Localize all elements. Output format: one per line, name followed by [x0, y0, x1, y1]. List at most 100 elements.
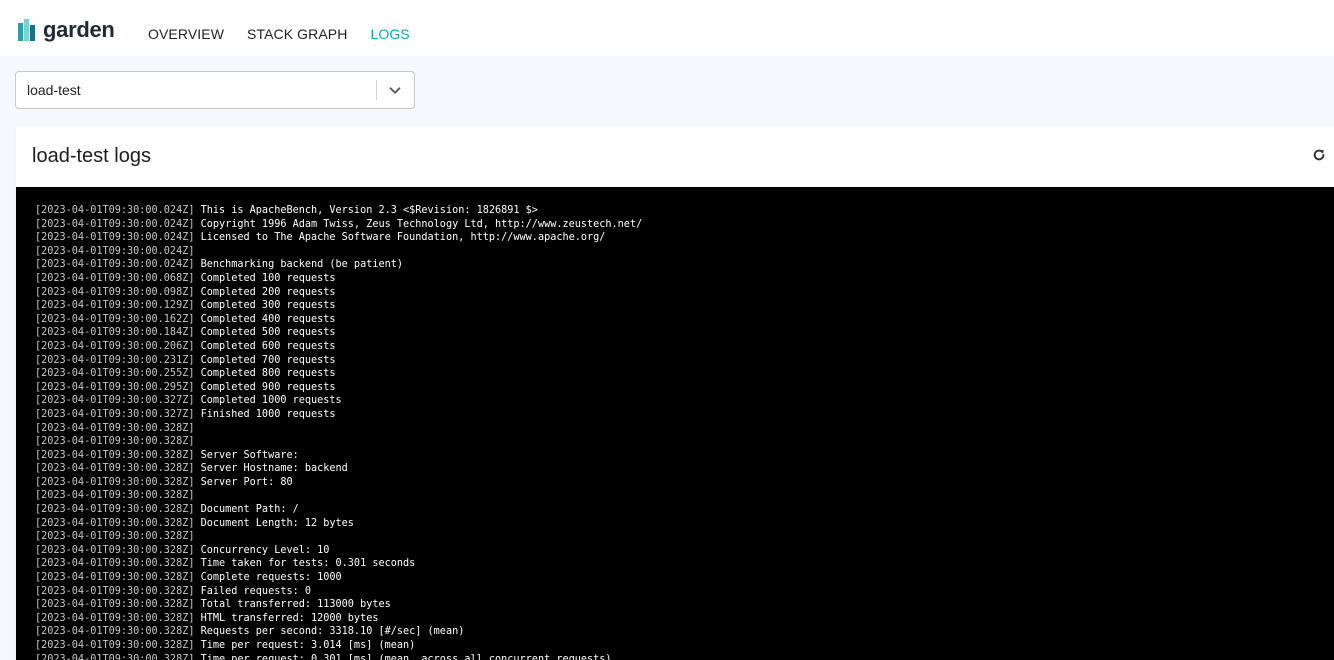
log-lines: [2023-04-01T09:30:00.024Z] This is Apach… — [35, 204, 642, 660]
log-message: Total transferred: 113000 bytes — [194, 599, 391, 611]
select-divider — [376, 80, 377, 100]
log-timestamp: [2023-04-01T09:30:00.328Z] — [35, 531, 195, 543]
log-message: Completed 500 requests — [194, 327, 336, 339]
log-timestamp: [2023-04-01T09:30:00.024Z] — [35, 232, 195, 244]
log-message: Time taken for tests: 0.301 seconds — [194, 558, 416, 570]
log-line: [2023-04-01T09:30:00.206Z] Completed 600… — [35, 340, 642, 354]
log-line: [2023-04-01T09:30:00.328Z] — [35, 530, 642, 544]
log-message: Licensed to The Apache Software Foundati… — [194, 232, 606, 244]
log-timestamp: [2023-04-01T09:30:00.024Z] — [35, 259, 195, 271]
log-timestamp: [2023-04-01T09:30:00.255Z] — [35, 368, 195, 380]
log-message: Completed 1000 requests — [194, 395, 342, 407]
main-nav: OVERVIEW STACK GRAPH LOGS — [148, 26, 410, 42]
log-message: Completed 600 requests — [194, 340, 336, 352]
log-timestamp: [2023-04-01T09:30:00.129Z] — [35, 300, 195, 312]
log-timestamp: [2023-04-01T09:30:00.328Z] — [35, 490, 195, 502]
log-timestamp: [2023-04-01T09:30:00.328Z] — [35, 449, 195, 461]
log-timestamp: [2023-04-01T09:30:00.328Z] — [35, 558, 195, 570]
log-line: [2023-04-01T09:30:00.024Z] Licensed to T… — [35, 231, 642, 245]
log-line: [2023-04-01T09:30:00.068Z] Completed 100… — [35, 272, 642, 286]
log-message: Finished 1000 requests — [194, 408, 336, 420]
log-line: [2023-04-01T09:30:00.024Z] This is Apach… — [35, 204, 642, 218]
log-message: Failed requests: 0 — [194, 585, 312, 597]
log-line: [2023-04-01T09:30:00.328Z] Document Path… — [35, 503, 642, 517]
log-message: Completed 100 requests — [194, 272, 336, 284]
log-timestamp: [2023-04-01T09:30:00.206Z] — [35, 340, 195, 352]
log-message: Completed 400 requests — [194, 313, 336, 325]
log-message: Benchmarking backend (be patient) — [194, 259, 404, 271]
log-timestamp: [2023-04-01T09:30:00.068Z] — [35, 272, 195, 284]
log-line: [2023-04-01T09:30:00.231Z] Completed 700… — [35, 354, 642, 368]
log-line: [2023-04-01T09:30:00.328Z] Server Softwa… — [35, 449, 642, 463]
nav-overview[interactable]: OVERVIEW — [148, 26, 224, 42]
log-message: Time per request: 0.301 [ms] (mean, acro… — [194, 653, 612, 660]
log-timestamp: [2023-04-01T09:30:00.328Z] — [35, 436, 195, 448]
garden-logo-icon — [18, 19, 38, 41]
top-navbar: garden OVERVIEW STACK GRAPH LOGS — [0, 0, 1334, 56]
log-message: Complete requests: 1000 — [194, 572, 342, 584]
log-line: [2023-04-01T09:30:00.162Z] Completed 400… — [35, 313, 642, 327]
log-line: [2023-04-01T09:30:00.184Z] Completed 500… — [35, 326, 642, 340]
log-line: [2023-04-01T09:30:00.328Z] — [35, 435, 642, 449]
log-line: [2023-04-01T09:30:00.328Z] HTML transfer… — [35, 612, 642, 626]
log-line: [2023-04-01T09:30:00.129Z] Completed 300… — [35, 299, 642, 313]
log-timestamp: [2023-04-01T09:30:00.328Z] — [35, 463, 195, 475]
log-line: [2023-04-01T09:30:00.328Z] — [35, 489, 642, 503]
log-timestamp: [2023-04-01T09:30:00.024Z] — [35, 205, 195, 216]
log-line: [2023-04-01T09:30:00.024Z] — [35, 245, 642, 259]
log-line: [2023-04-01T09:30:00.098Z] Completed 200… — [35, 286, 642, 300]
log-line: [2023-04-01T09:30:00.024Z] Benchmarking … — [35, 258, 642, 272]
log-line: [2023-04-01T09:30:00.328Z] Requests per … — [35, 625, 642, 639]
log-line: [2023-04-01T09:30:00.024Z] Copyright 199… — [35, 218, 642, 232]
log-message: Completed 900 requests — [194, 381, 336, 393]
log-timestamp: [2023-04-01T09:30:00.328Z] — [35, 504, 195, 516]
log-timestamp: [2023-04-01T09:30:00.328Z] — [35, 517, 195, 529]
log-message: Requests per second: 3318.10 [#/sec] (me… — [194, 626, 465, 638]
log-line: [2023-04-01T09:30:00.295Z] Completed 900… — [35, 381, 642, 395]
log-message: Document Length: 12 bytes — [194, 517, 354, 529]
log-timestamp: [2023-04-01T09:30:00.024Z] — [35, 218, 195, 230]
chevron-down-icon[interactable] — [386, 81, 404, 99]
log-timestamp: [2023-04-01T09:30:00.098Z] — [35, 286, 195, 298]
log-message: Completed 800 requests — [194, 368, 336, 380]
log-timestamp: [2023-04-01T09:30:00.328Z] — [35, 640, 195, 651]
log-line: [2023-04-01T09:30:00.328Z] Document Leng… — [35, 517, 642, 531]
log-message: Server Port: 80 — [194, 476, 293, 488]
log-timestamp: [2023-04-01T09:30:00.328Z] — [35, 476, 195, 488]
log-timestamp: [2023-04-01T09:30:00.184Z] — [35, 327, 195, 339]
log-timestamp: [2023-04-01T09:30:00.295Z] — [35, 381, 195, 393]
log-line: [2023-04-01T09:30:00.327Z] Finished 1000… — [35, 408, 642, 422]
log-message: This is ApacheBench, Version 2.3 <$Revis… — [194, 205, 538, 216]
logs-title: load-test logs — [32, 145, 151, 167]
log-line: [2023-04-01T09:30:00.328Z] Time per requ… — [35, 653, 642, 660]
log-timestamp: [2023-04-01T09:30:00.328Z] — [35, 585, 195, 597]
log-message: Completed 200 requests — [194, 286, 336, 298]
service-select[interactable]: load-test — [15, 71, 415, 109]
garden-logo[interactable]: garden — [18, 17, 115, 42]
log-timestamp: [2023-04-01T09:30:00.328Z] — [35, 653, 195, 660]
log-line: [2023-04-01T09:30:00.328Z] Complete requ… — [35, 571, 642, 585]
log-line: [2023-04-01T09:30:00.328Z] Concurrency L… — [35, 544, 642, 558]
log-line: [2023-04-01T09:30:00.255Z] Completed 800… — [35, 367, 642, 381]
log-timestamp: [2023-04-01T09:30:00.328Z] — [35, 599, 195, 611]
log-timestamp: [2023-04-01T09:30:00.328Z] — [35, 544, 195, 556]
log-message: HTML transferred: 12000 bytes — [194, 612, 379, 624]
log-timestamp: [2023-04-01T09:30:00.328Z] — [35, 612, 195, 624]
log-line: [2023-04-01T09:30:00.328Z] Server Port: … — [35, 476, 642, 490]
log-message: Server Hostname: backend — [194, 463, 348, 475]
refresh-icon[interactable] — [1312, 148, 1326, 162]
log-message: Document Path: / — [194, 504, 299, 516]
logo-text: garden — [43, 17, 115, 42]
log-message: Concurrency Level: 10 — [194, 544, 330, 556]
nav-stack-graph[interactable]: STACK GRAPH — [247, 26, 347, 42]
service-select-value: load-test — [27, 82, 81, 98]
logs-card: load-test logs [2023-04-01T09:30:00.024Z… — [16, 126, 1334, 660]
nav-logs[interactable]: LOGS — [370, 26, 409, 42]
log-message: Server Software: — [194, 449, 299, 461]
log-line: [2023-04-01T09:30:00.327Z] Completed 100… — [35, 394, 642, 408]
log-terminal[interactable]: [2023-04-01T09:30:00.024Z] This is Apach… — [16, 187, 1334, 660]
log-line: [2023-04-01T09:30:00.328Z] — [35, 422, 642, 436]
log-line: [2023-04-01T09:30:00.328Z] Time taken fo… — [35, 557, 642, 571]
log-line: [2023-04-01T09:30:00.328Z] Total transfe… — [35, 598, 642, 612]
log-line: [2023-04-01T09:30:00.328Z] Time per requ… — [35, 639, 642, 653]
